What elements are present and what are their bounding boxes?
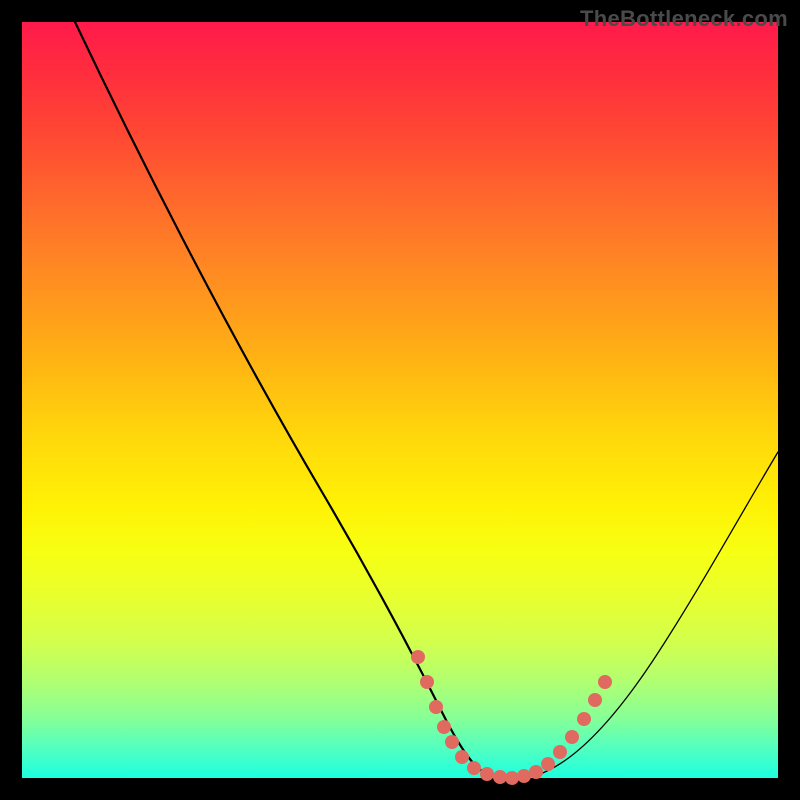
curve-right-branch [512, 452, 778, 778]
watermark-text: TheBottleneck.com [580, 6, 788, 32]
curve-layer [22, 22, 778, 778]
marker-group [411, 650, 612, 785]
chart-frame: TheBottleneck.com [0, 0, 800, 800]
curve-left-branch [75, 22, 512, 778]
plot-area [22, 22, 778, 778]
